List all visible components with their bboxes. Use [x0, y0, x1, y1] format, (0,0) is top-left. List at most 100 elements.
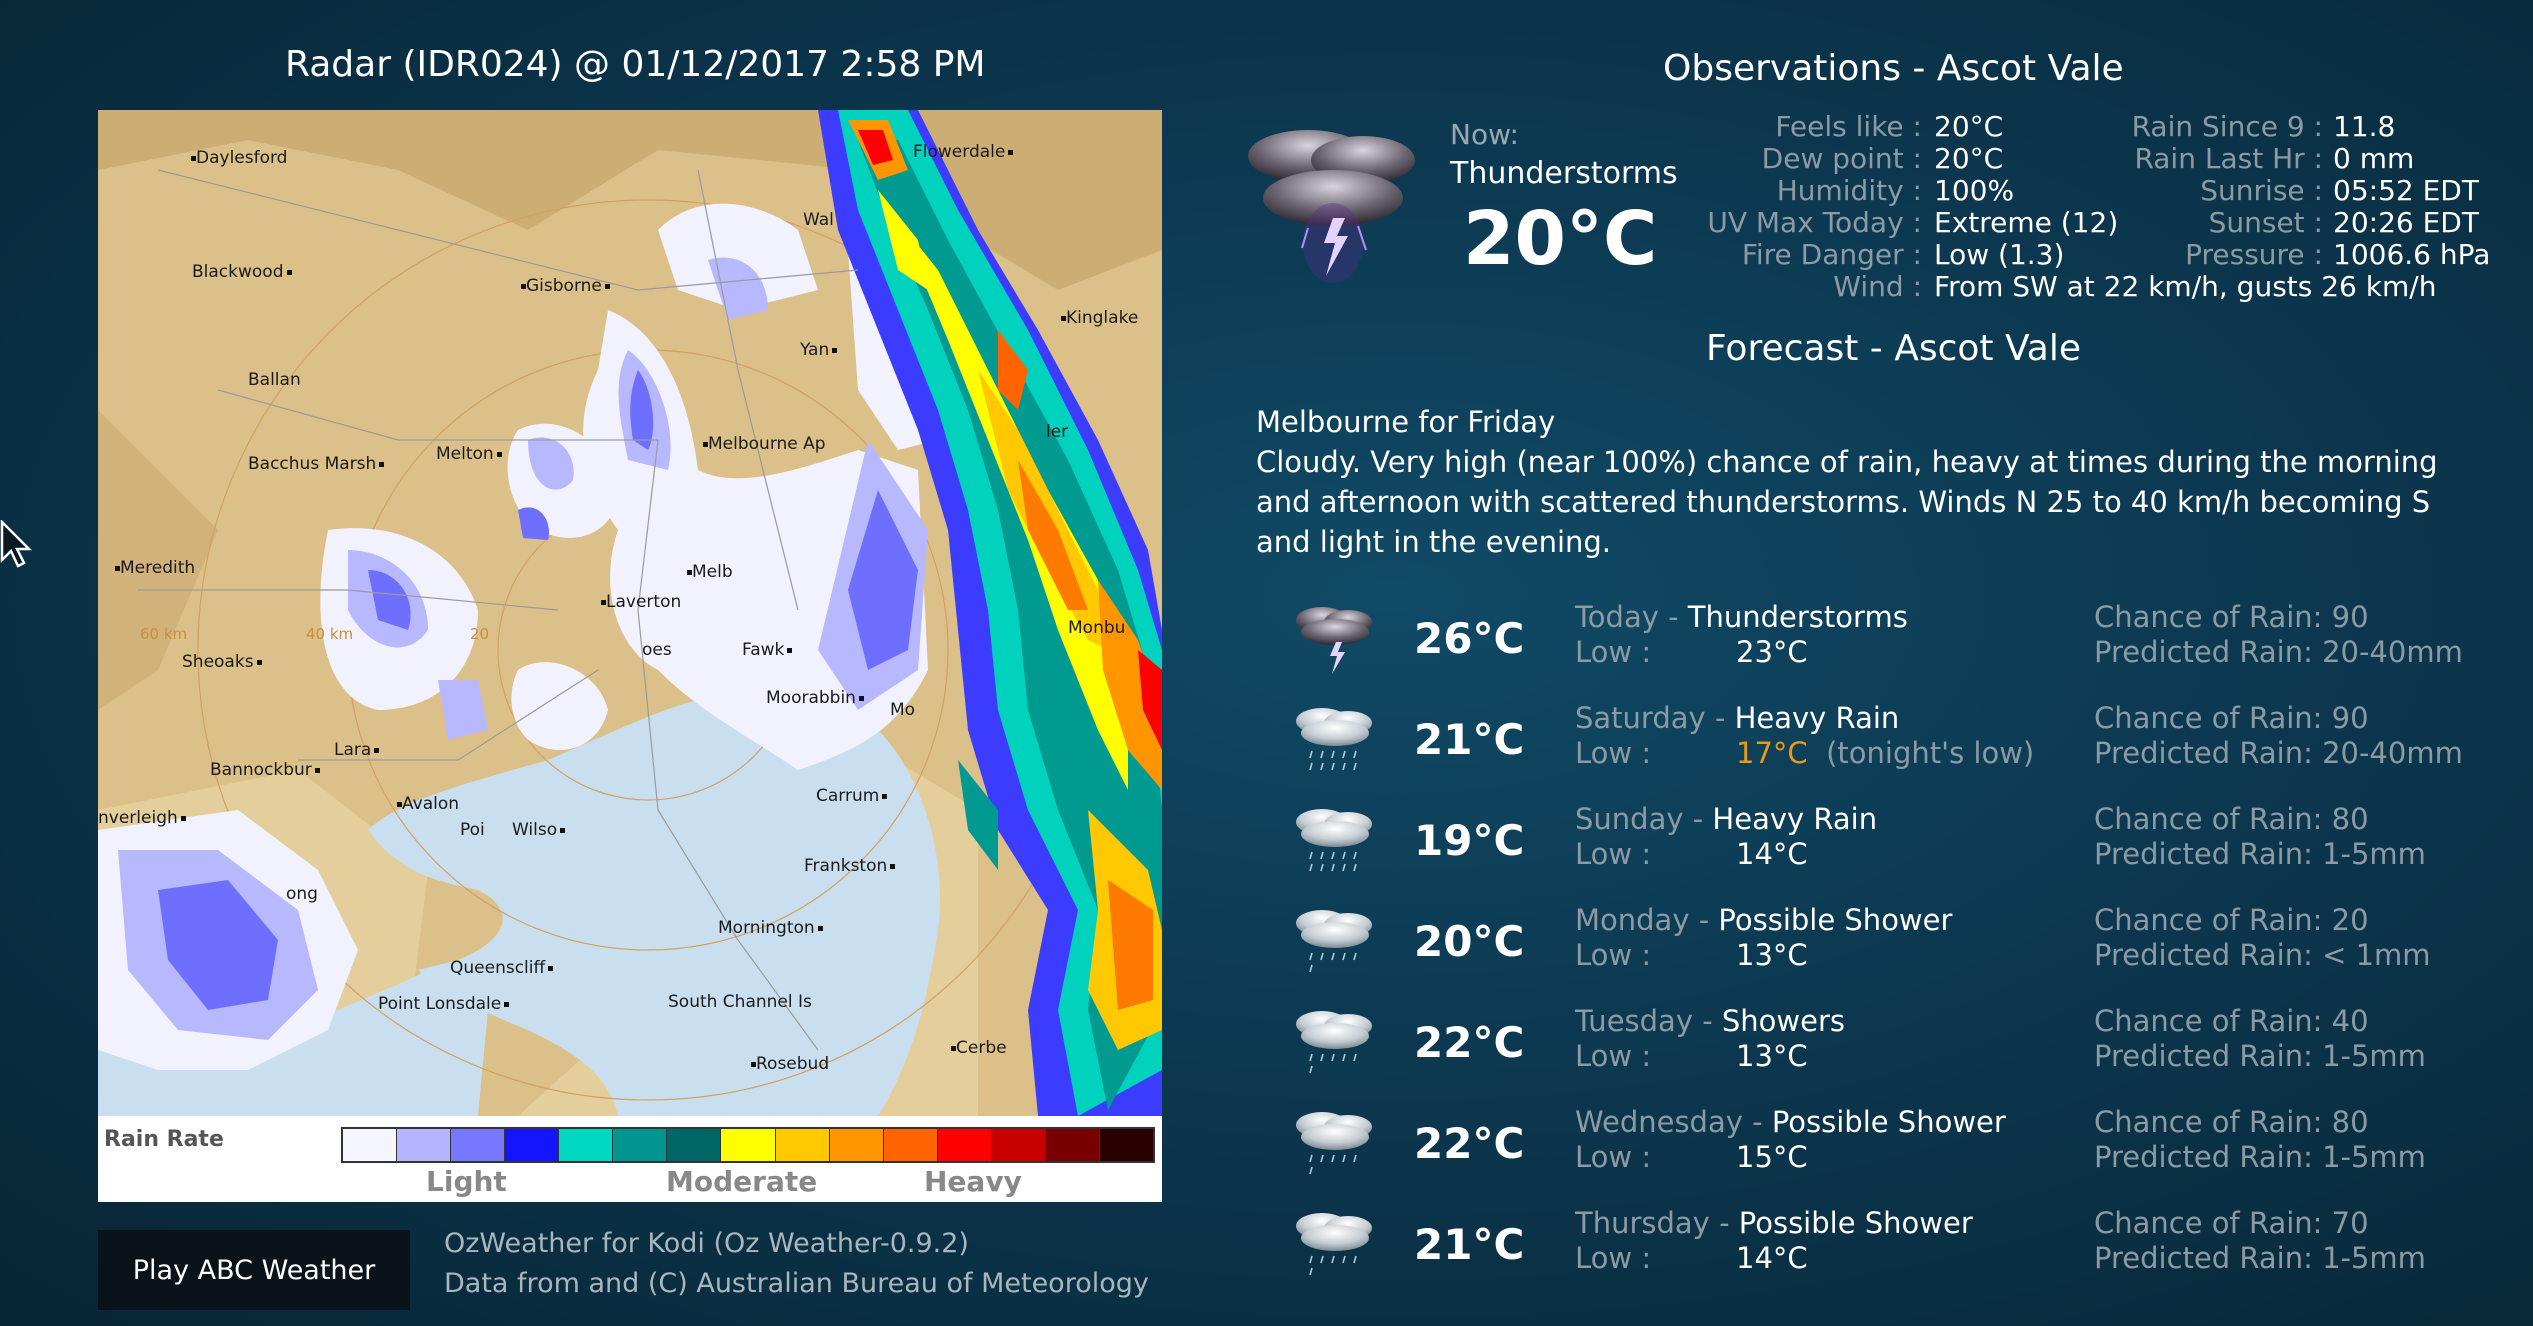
range-label-40km: 40 km — [306, 625, 354, 643]
heavy-rain-icon — [1290, 699, 1380, 779]
observation-extra-label: Rain Since 9 : — [2131, 110, 2323, 143]
day-low-value: 13°C — [1736, 1039, 1808, 1073]
radar-title: Radar (IDR024) @ 01/12/2017 2:58 PM — [285, 44, 986, 85]
shower-icon — [1290, 1103, 1380, 1183]
predicted-rain: Predicted Rain: 1-5mm — [2094, 837, 2426, 871]
chance-of-rain: Chance of Rain: 20 — [2094, 903, 2369, 937]
day-low-temp: 13°C — [1736, 938, 1808, 972]
predicted-rain: Predicted Rain: 1-5mm — [2094, 1039, 2426, 1073]
observation-extra-label: Pressure : — [2185, 238, 2323, 271]
rain-rate-scale — [341, 1127, 1155, 1163]
forecast-day-row: 20°C Monday - Possible Shower Low : 13°C Cha… — [1290, 901, 2490, 1001]
rain-rate-swatch — [883, 1129, 938, 1161]
day-condition: Thunderstorms — [1687, 600, 1908, 634]
mouse-cursor-icon — [0, 520, 33, 568]
day-high-temp: 21°C — [1414, 715, 1525, 764]
chance-of-rain: Chance of Rain: 40 — [2094, 1004, 2369, 1038]
day-high-temp: 21°C — [1414, 1220, 1525, 1269]
day-low-temp: 14°C — [1736, 1241, 1808, 1275]
place-melton: Melton — [436, 444, 502, 464]
observation-value: From SW at 22 km/h, gusts 26 km/h — [1934, 270, 2437, 303]
day-condition: Heavy Rain — [1712, 802, 1878, 836]
place-carrum: Carrum — [816, 786, 888, 806]
rain-rate-swatch — [1099, 1129, 1153, 1161]
day-low-temp: 14°C — [1736, 837, 1808, 871]
low-label: Low : — [1575, 736, 1652, 770]
predicted-rain: Predicted Rain: 1-5mm — [2094, 1140, 2426, 1174]
low-label: Low : — [1575, 837, 1652, 871]
place-monbulk: Monbu — [1068, 618, 1126, 638]
day-high-temp: 26°C — [1414, 614, 1525, 663]
rain-rate-label: Rain Rate — [104, 1127, 224, 1152]
day-condition: Heavy Rain — [1734, 701, 1900, 735]
observation-extra-row: Pressure : 1006.6 hPa — [0, 238, 2490, 271]
day-name: Saturday - Heavy Rain — [1575, 701, 1900, 735]
rain-rate-swatch — [613, 1129, 668, 1161]
day-condition: Showers — [1721, 1004, 1846, 1038]
rain-rate-swatch — [721, 1129, 776, 1161]
place-melbourne-ap: Melbourne Ap — [700, 434, 826, 454]
level-heavy: Heavy — [924, 1165, 1022, 1198]
observation-extra-row: Rain Since 9 : 11.8 — [0, 110, 2396, 143]
place-south-channel: South Channel Is — [668, 992, 812, 1012]
rain-rate-swatch — [505, 1129, 560, 1161]
chance-of-rain: Chance of Rain: 80 — [2094, 802, 2369, 836]
observation-extra-value: 05:52 EDT — [2333, 174, 2479, 207]
day-label: Wednesday — [1575, 1105, 1743, 1139]
forecast-title: Forecast - Ascot Vale — [1706, 328, 2082, 369]
day-name: Sunday - Heavy Rain — [1575, 802, 1878, 836]
place-lara: Lara — [334, 740, 380, 760]
day-low-temp: 23°C — [1736, 635, 1808, 669]
place-meredith: Meredith — [112, 558, 195, 578]
observation-extra-row: Rain Last Hr : 0 mm — [0, 142, 2414, 175]
day-high-temp: 22°C — [1414, 1119, 1525, 1168]
rain-rate-swatch — [667, 1129, 722, 1161]
observation-extra-label: Rain Last Hr : — [2134, 142, 2323, 175]
predicted-rain: Predicted Rain: < 1mm — [2094, 938, 2431, 972]
place-ballan: Ballan — [248, 370, 301, 390]
rain-rate-swatch — [775, 1129, 830, 1161]
play-abc-weather-button[interactable]: Play ABC Weather — [98, 1230, 410, 1310]
forecast-day-row: 21°C Saturday - Heavy Rain Low : 17°C (toni… — [1290, 699, 2490, 799]
shower-icon — [1290, 1002, 1380, 1082]
forecast-heading: Melbourne for Friday — [1256, 405, 1556, 439]
observation-extra-value: 1006.6 hPa — [2333, 238, 2491, 271]
heavy-rain-icon — [1290, 800, 1380, 880]
rain-rate-swatch — [343, 1129, 398, 1161]
forecast-summary: Melbourne for Friday Cloudy. Very high (… — [1256, 402, 2476, 562]
shower-icon — [1290, 1204, 1380, 1284]
credit-addon: OzWeather for Kodi (Oz Weather-0.9.2) — [444, 1228, 969, 1259]
place-bannockburn: Bannockbur — [210, 760, 320, 780]
shower-icon — [1290, 901, 1380, 981]
day-low-value: 23°C — [1736, 635, 1808, 669]
rain-rate-swatch — [397, 1129, 452, 1161]
rain-rate-swatch — [559, 1129, 614, 1161]
place-ler: ler — [1046, 422, 1069, 442]
forecast-day-row: 22°C Tuesday - Showers Low : 13°C Chance of … — [1290, 1002, 2490, 1102]
observation-extra-value: 11.8 — [2333, 110, 2396, 143]
forecast-text: Cloudy. Very high (near 100%) chance of … — [1256, 445, 2438, 559]
observations-title: Observations - Ascot Vale — [1663, 48, 2124, 89]
day-label: Today — [1575, 600, 1659, 634]
day-name: Thursday - Possible Shower — [1575, 1206, 1973, 1240]
low-label: Low : — [1575, 1241, 1652, 1275]
low-label: Low : — [1575, 1039, 1652, 1073]
thunderstorm-icon — [1290, 598, 1380, 678]
rain-rate-swatch — [937, 1129, 992, 1161]
place-yan: Yan — [800, 340, 838, 360]
predicted-rain: Predicted Rain: 1-5mm — [2094, 1241, 2426, 1275]
day-name: Wednesday - Possible Shower — [1575, 1105, 2006, 1139]
rain-rate-swatch — [991, 1129, 1046, 1161]
place-kinglake: Kinglake — [1058, 308, 1138, 328]
place-avalon: Avalon — [394, 794, 459, 814]
level-light: Light — [426, 1165, 507, 1198]
low-label: Low : — [1575, 635, 1652, 669]
place-moorabbin: Moorabbin — [766, 688, 864, 708]
place-wilso: Wilso — [512, 820, 566, 840]
chance-of-rain: Chance of Rain: 90 — [2094, 600, 2369, 634]
level-moderate: Moderate — [666, 1165, 818, 1198]
day-high-temp: 19°C — [1414, 816, 1525, 865]
observation-extra-value: 0 mm — [2333, 142, 2415, 175]
day-low-temp: 13°C — [1736, 1039, 1808, 1073]
day-condition: Possible Shower — [1738, 1206, 1973, 1240]
